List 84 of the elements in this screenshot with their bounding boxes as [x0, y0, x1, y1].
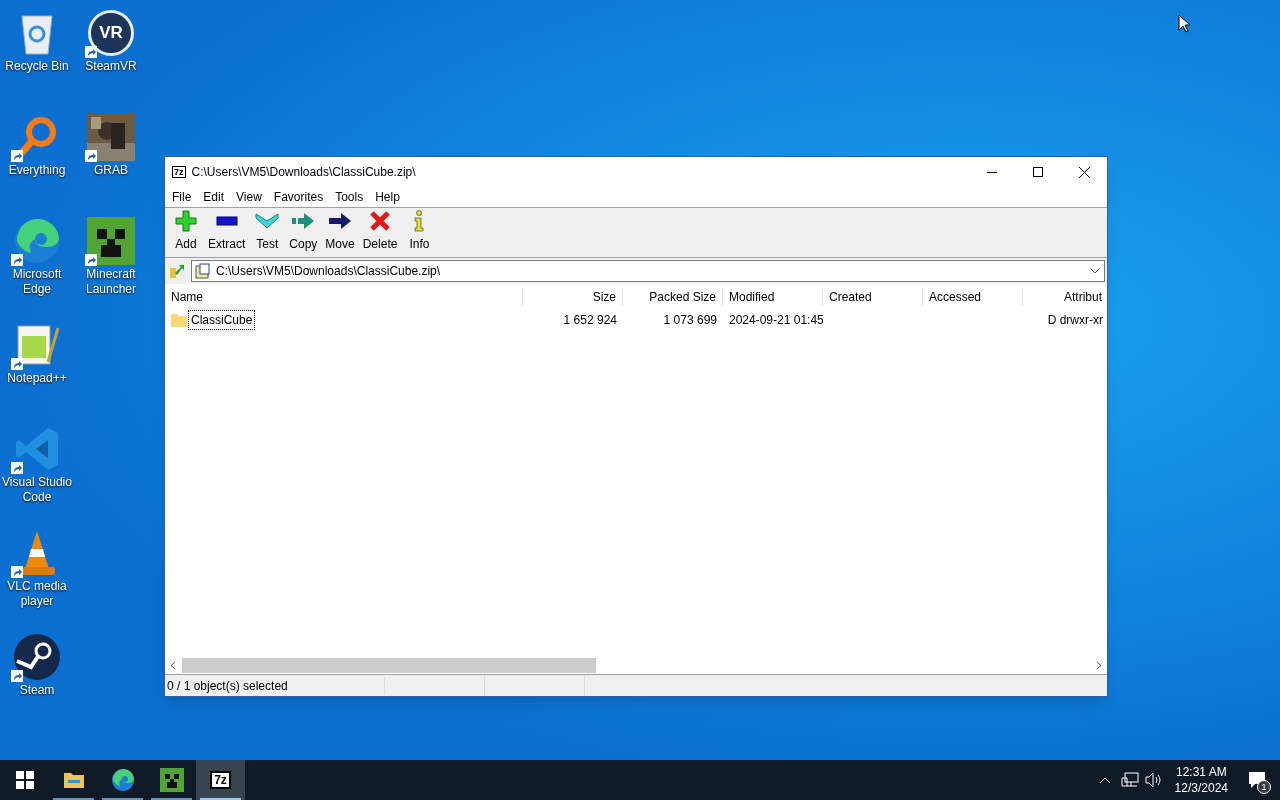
- archive-icon: [195, 263, 211, 279]
- edge-icon: [13, 217, 61, 265]
- chevron-down-icon: [255, 212, 280, 229]
- table-cell-text: 1 652 924: [562, 311, 618, 329]
- toolbar-button[interactable]: Extract: [204, 209, 250, 253]
- column-header[interactable]: Accessed: [923, 288, 1023, 306]
- toolbar-button[interactable]: Move: [321, 209, 359, 253]
- toolbar-button[interactable]: Copy: [285, 209, 322, 253]
- close-icon: [1078, 166, 1090, 178]
- mouse-cursor-icon: [1178, 14, 1190, 33]
- shortcut-arrow-icon: [11, 670, 23, 682]
- desktop-icon[interactable]: [11, 632, 63, 682]
- folder-icon: [171, 312, 187, 327]
- vscode-icon: [14, 426, 60, 472]
- shortcut-arrow-icon: [85, 150, 97, 162]
- desktop-icon[interactable]: [85, 216, 137, 266]
- arrow-right-icon: [291, 211, 316, 230]
- plus-icon: [175, 209, 197, 232]
- shortcut-arrow-icon: [11, 566, 23, 578]
- shortcut-arrow-icon: [11, 150, 23, 162]
- file-name[interactable]: ClassiCube: [189, 310, 255, 329]
- column-header[interactable]: Size: [523, 288, 623, 306]
- shortcut-arrow-icon: [85, 46, 97, 58]
- network-icon[interactable]: [1120, 772, 1139, 788]
- maximize-icon: [1033, 167, 1043, 177]
- column-header[interactable]: Name: [165, 288, 523, 306]
- taskbar-button[interactable]: 7z: [196, 760, 245, 800]
- address-field[interactable]: C:\Users\VM5\Downloads\ClassiCube.zip\: [191, 260, 1105, 282]
- desktop-icon-label: Everything: [8, 163, 66, 178]
- dropdown-chevron-icon: [1090, 268, 1100, 274]
- chevron-up-icon[interactable]: [1098, 776, 1111, 784]
- toolbar-button[interactable]: Test: [249, 209, 286, 253]
- toolbar-button[interactable]: Info: [401, 209, 438, 253]
- speaker-icon[interactable]: [1144, 772, 1163, 788]
- minimize-icon: [987, 171, 997, 173]
- toolbar-button[interactable]: Add: [168, 209, 204, 253]
- menu-item[interactable]: Tools: [329, 188, 370, 206]
- desktop-icon[interactable]: [85, 112, 137, 162]
- creeper-icon: [87, 217, 135, 265]
- folder-up-icon: [169, 263, 185, 279]
- desktop-icon-label: Visual Studio Code: [1, 475, 73, 505]
- clock[interactable]: 12:31 AM 12/3/2024: [1168, 764, 1234, 796]
- column-header[interactable]: Packed Size: [623, 288, 723, 306]
- shortcut-arrow-icon: [11, 358, 23, 370]
- desktop-icon-label: SteamVR: [85, 59, 137, 74]
- menu-item[interactable]: Favorites: [267, 188, 330, 206]
- windows-start-icon: [15, 771, 34, 789]
- creeper-icon: [159, 768, 184, 792]
- menu-item[interactable]: File: [166, 188, 198, 206]
- minus-icon: [215, 215, 238, 226]
- delete-icon: [370, 210, 391, 231]
- menu-item[interactable]: Edit: [197, 188, 231, 206]
- window-title: C:\Users\VM5\Downloads\ClassiCube.zip\: [191, 164, 417, 181]
- shortcut-arrow-icon: [11, 462, 23, 474]
- menu-item[interactable]: Help: [369, 188, 406, 206]
- shortcut-arrow-icon: [11, 254, 23, 266]
- desktop-icon-label: VLC media player: [6, 579, 68, 609]
- desktop-icon-label: Notepad++: [7, 371, 67, 386]
- table-cell-text: 2024-09-21 01:45: [728, 311, 823, 329]
- desktop-icon-label: Recycle Bin: [5, 59, 69, 74]
- column-header[interactable]: Attribut: [1023, 288, 1107, 306]
- sevenzip-logo-icon: 7z: [210, 771, 231, 789]
- menu-item[interactable]: View: [230, 188, 268, 206]
- status-text: 0 / 1 object(s) selected: [165, 676, 385, 695]
- steam-icon: [13, 633, 61, 681]
- app-logo-icon: 7z: [172, 166, 186, 178]
- scrollbar-thumb[interactable]: [182, 658, 596, 673]
- desktop-icon-label: Microsoft Edge: [11, 267, 63, 297]
- info-icon: [413, 209, 426, 232]
- notepad-icon: [14, 322, 60, 368]
- desktop-icon-label: Steam: [19, 683, 55, 698]
- notification-count: 1: [1257, 780, 1271, 794]
- notification-button[interactable]: 1: [1234, 760, 1280, 800]
- folder-icon: [62, 771, 85, 789]
- column-header[interactable]: Created: [823, 288, 923, 306]
- desktop-icon-label: GRAB: [94, 163, 128, 178]
- desktop-icon-label: Minecraft Launcher: [84, 267, 137, 297]
- edge-icon: [110, 768, 135, 792]
- toolbar-button[interactable]: Delete: [358, 209, 402, 253]
- column-header[interactable]: Modified: [723, 288, 823, 306]
- table-cell-text: 1 073 699: [662, 311, 718, 329]
- table-cell-text: D drwxr-xr: [1046, 311, 1104, 329]
- shortcut-arrow-icon: [85, 254, 97, 266]
- arrow-right-icon: [328, 211, 353, 230]
